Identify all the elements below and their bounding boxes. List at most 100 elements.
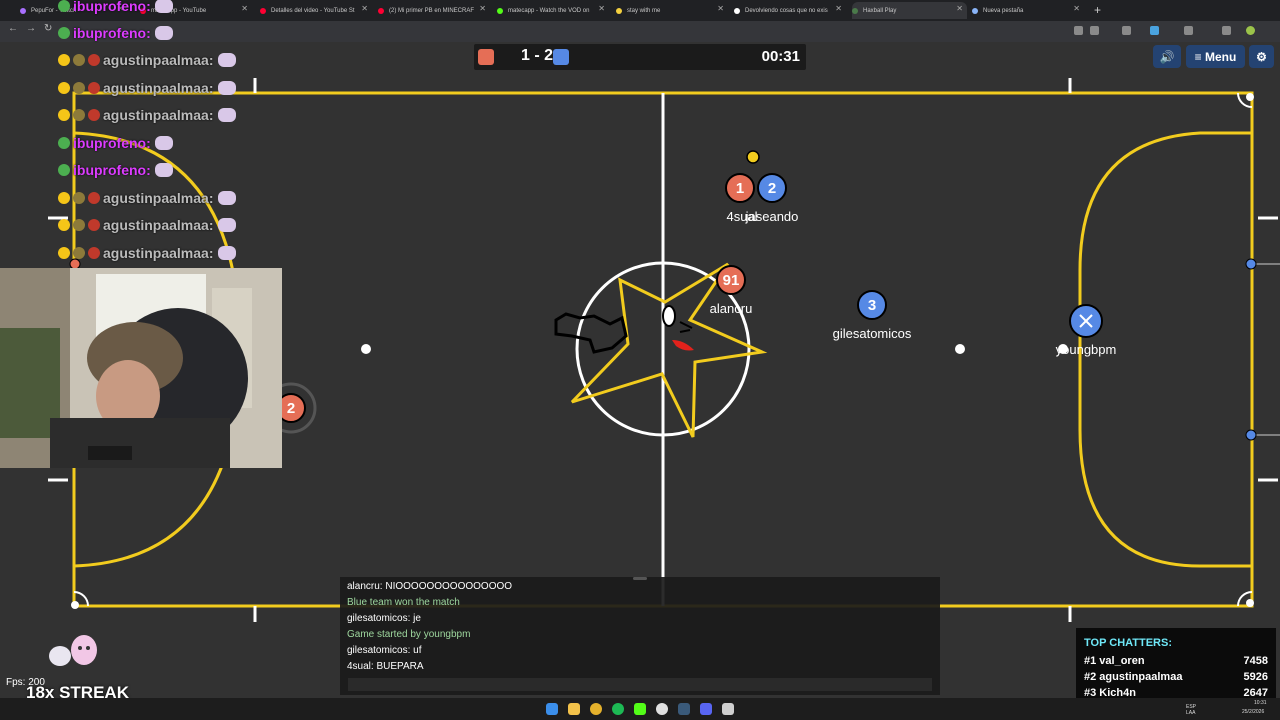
windows-start-icon[interactable]	[546, 703, 558, 715]
player-name: youngbpm	[1055, 342, 1117, 357]
bookmark-icon[interactable]	[1122, 26, 1131, 35]
player-name: gilesatomicos	[832, 326, 912, 341]
chat-separator: :	[208, 52, 214, 68]
badge-icon	[88, 247, 100, 259]
top-chatters-title: TOP CHATTERS:	[1084, 637, 1173, 649]
goal-post	[1245, 429, 1257, 441]
chat-username: agustinpaalmaa	[103, 217, 209, 233]
chrome-icon	[972, 7, 978, 14]
stream-chat-line: agustinpaalmaa:	[58, 50, 236, 70]
close-tab-icon[interactable]: ✕	[835, 4, 842, 13]
chat-username: ibuprofeno	[73, 162, 147, 178]
browser-tab[interactable]: Detalles del video - YouTube St ✕	[260, 2, 372, 19]
blue-team-color	[553, 49, 569, 65]
steam-icon[interactable]	[678, 703, 690, 715]
chat-separator: :	[146, 162, 151, 178]
close-tab-icon[interactable]: ✕	[241, 4, 248, 13]
kick-icon[interactable]	[634, 703, 646, 715]
stream-chat-line: agustinpaalmaa:	[58, 105, 236, 125]
tiktok-icon	[734, 7, 740, 14]
badge-icon	[58, 137, 70, 149]
obs-icon[interactable]	[656, 703, 668, 715]
chatter-count: 5926	[1243, 671, 1268, 683]
browser-tab[interactable]: Devolviendo cosas que no exis ✕	[734, 2, 846, 19]
badge-icon	[88, 54, 100, 66]
new-tab-button[interactable]: +	[1094, 3, 1101, 17]
settings-button[interactable]: ⚙	[1249, 45, 1274, 68]
close-tab-icon[interactable]: ✕	[956, 4, 963, 13]
top-chatters-panel: TOP CHATTERS: #1 val_oren 7458 #2 agusti…	[1076, 628, 1276, 706]
speaker-icon: 🔊	[1159, 49, 1175, 64]
tab-title: matecapp - Watch the VOD on	[508, 7, 590, 14]
browser-tab[interactable]: (2) Mi primer PB en MINECRAF ✕	[378, 2, 490, 19]
translate-icon[interactable]	[1074, 26, 1083, 35]
stream-chat-line: ibuprofeno:	[58, 160, 173, 180]
badge-icon	[58, 109, 70, 121]
chat-separator: :	[208, 217, 214, 233]
zoom-icon[interactable]	[1090, 26, 1099, 35]
goal-post	[1245, 258, 1257, 270]
close-tab-icon[interactable]: ✕	[598, 4, 605, 13]
chat-separator: :	[208, 245, 214, 261]
clock-date[interactable]: 25/2/2026	[1242, 709, 1264, 715]
youtube-icon	[378, 7, 384, 14]
badge-icon	[58, 0, 70, 12]
spotify-icon[interactable]	[612, 703, 624, 715]
chat-username: agustinpaalmaa	[103, 107, 209, 123]
tab-title: Haxball Play	[863, 7, 897, 14]
stream-chat-line: ibuprofeno:	[58, 0, 173, 16]
forward-icon[interactable]: →	[26, 23, 36, 34]
language-indicator[interactable]: ESP LAA	[1186, 704, 1202, 716]
red-team-color	[478, 49, 494, 65]
extension-icon[interactable]	[1184, 26, 1193, 35]
browser-toolbar: ← → ↻	[0, 21, 1280, 42]
chrome-icon[interactable]	[590, 703, 602, 715]
close-tab-icon[interactable]: ✕	[361, 4, 368, 13]
stream-chat-line: ibuprofeno:	[58, 133, 173, 153]
browser-tab[interactable]: stay with me ✕	[616, 2, 728, 19]
close-tab-icon[interactable]: ✕	[479, 4, 486, 13]
stream-chat-line: agustinpaalmaa:	[58, 188, 236, 208]
back-icon[interactable]: ←	[8, 23, 18, 34]
kick-icon	[497, 7, 503, 14]
extension-icon[interactable]	[1150, 26, 1159, 35]
extensions-puzzle-icon[interactable]	[1222, 26, 1231, 35]
chat-username: agustinpaalmaa	[103, 190, 209, 206]
webcam-image	[0, 268, 282, 468]
match-timer: 00:31	[761, 48, 800, 65]
badge-icon	[88, 219, 100, 231]
chatter-name: #1 val_oren	[1084, 655, 1145, 667]
profile-avatar-icon[interactable]	[1246, 26, 1255, 35]
close-tab-icon[interactable]: ✕	[717, 4, 724, 13]
chat-separator: :	[208, 190, 214, 206]
drawing-eye	[679, 321, 693, 333]
chat-separator: :	[146, 135, 151, 151]
badge-icon	[73, 109, 85, 121]
tab-title: Devolviendo cosas que no exis	[745, 7, 828, 14]
corner-disc	[1246, 599, 1254, 607]
player-disc: 1	[725, 173, 755, 203]
game-chat-panel: alancru: NIOOOOOOOOOOOOOOO Blue team won…	[340, 577, 940, 695]
chat-message: alancru: NIOOOOOOOOOOOOOOO	[347, 581, 513, 592]
clock-time[interactable]: 10:31	[1254, 700, 1267, 706]
badge-icon	[73, 219, 85, 231]
browser-tab-active[interactable]: Haxball Play ✕	[852, 2, 967, 19]
discord-icon[interactable]	[700, 703, 712, 715]
file-explorer-icon[interactable]	[568, 703, 580, 715]
haxball-icon	[852, 7, 858, 14]
sound-button[interactable]: 🔊	[1153, 45, 1181, 68]
close-tab-icon[interactable]: ✕	[1073, 4, 1080, 13]
player-disc: 3	[857, 290, 887, 320]
chat-drag-handle[interactable]	[633, 577, 647, 580]
chat-username: ibuprofeno	[73, 135, 147, 151]
badge-icon	[88, 109, 100, 121]
gear-icon: ⚙	[1256, 49, 1267, 64]
badge-icon	[58, 82, 70, 94]
reload-icon[interactable]: ↻	[44, 23, 52, 34]
browser-tab[interactable]: matecapp - Watch the VOD on ✕	[497, 2, 609, 19]
browser-tab[interactable]: Nueva pestaña ✕	[972, 2, 1084, 19]
chat-input[interactable]	[348, 678, 932, 691]
badge-icon	[73, 54, 85, 66]
menu-button[interactable]: ≡ Menu	[1186, 45, 1245, 68]
app-icon[interactable]	[722, 703, 734, 715]
